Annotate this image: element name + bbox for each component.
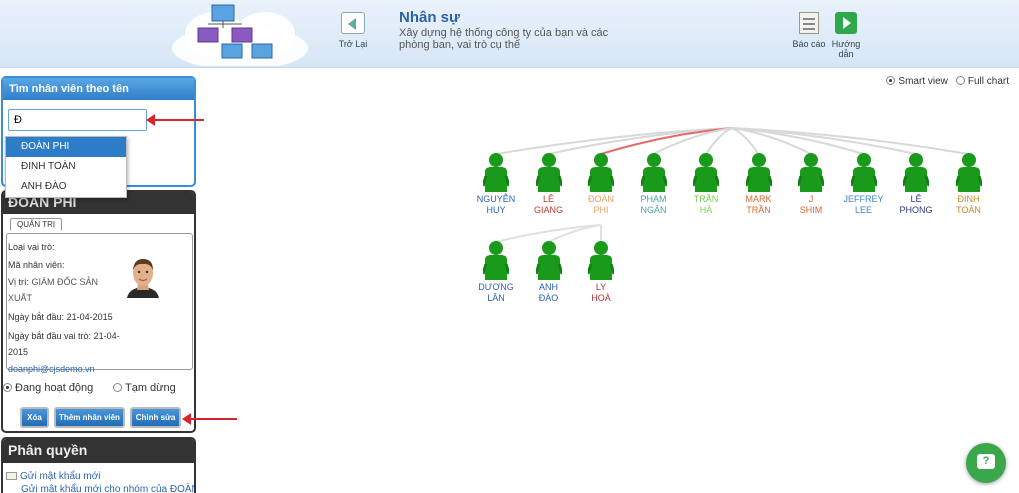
person-icon: [588, 241, 614, 280]
org-node-name: LÊ GIANG: [533, 194, 563, 215]
search-suggestions: ĐOÀN PHI ĐINH TOÀN ANH ĐÀO: [5, 136, 127, 198]
org-node-name: PHẠM NGÂN: [640, 194, 667, 215]
back-arrow-icon: [341, 12, 365, 34]
send-password-label: Gửi mật khẩu mới: [20, 471, 101, 482]
org-node-name: DƯƠNG LÂN: [478, 282, 514, 303]
org-node[interactable]: LÊ GIANG: [522, 152, 576, 216]
smart-view-label: Smart view: [898, 76, 948, 87]
help-button[interactable]: ?: [966, 443, 1006, 483]
person-icon: [588, 153, 614, 192]
org-node-name: ĐOÀN PHI: [587, 194, 614, 215]
person-icon: [850, 153, 877, 192]
org-node[interactable]: MARK TRẦN: [732, 152, 786, 216]
org-node[interactable]: ĐINH TOÀN: [942, 152, 996, 216]
back-button[interactable]: Trở Lại: [336, 12, 370, 49]
org-node-name: ANH ĐÀO: [538, 282, 559, 303]
person-icon: [535, 153, 562, 192]
report-label: Báo cáo: [792, 39, 826, 49]
org-node-name: JEFFREY LEE: [843, 194, 884, 215]
start-date-label: Ngày bắt đầu:: [8, 312, 65, 322]
org-node[interactable]: JEFFREY LEE: [837, 152, 891, 216]
radio-icon: [113, 383, 122, 392]
org-node[interactable]: LÊ PHONG: [889, 152, 943, 216]
person-icon: [745, 153, 772, 192]
person-icon: [483, 241, 509, 280]
person-icon: [693, 153, 719, 192]
role-start-label: Ngày bắt đầu vai trò:: [8, 331, 92, 341]
org-chart-logo-icon: [172, 4, 308, 66]
employee-code-label: Mã nhân viên:: [8, 260, 65, 270]
send-password-link[interactable]: Gửi mật khẩu mới: [3, 463, 194, 482]
mail-icon: [6, 472, 17, 480]
permission-panel: Phân quyền Gửi mật khẩu mới Gửi mật khẩu…: [1, 437, 196, 493]
profile-info: Loại vai trò: Mã nhân viên: Vị trí: GIÁM…: [8, 238, 120, 378]
edit-button[interactable]: Chỉnh sửa: [130, 407, 181, 428]
org-node[interactable]: J SHIM: [784, 152, 838, 216]
person-icon: [798, 153, 824, 192]
org-node[interactable]: ANH ĐÀO: [522, 240, 576, 304]
smart-view-radio[interactable]: Smart view: [886, 76, 948, 87]
avatar: [123, 254, 163, 298]
back-label: Trở Lại: [338, 39, 368, 49]
annotation-arrow: [146, 114, 204, 126]
add-employee-button[interactable]: Thêm nhân viên: [54, 407, 125, 428]
annotation-arrow: [182, 413, 237, 425]
person-icon: [955, 153, 982, 192]
status-paused-label: Tạm dừng: [125, 382, 176, 394]
delete-button[interactable]: Xóa: [20, 407, 49, 428]
org-node[interactable]: PHẠM NGÂN: [627, 152, 681, 216]
org-node[interactable]: ĐOÀN PHI: [574, 152, 628, 216]
org-chart: NGUYỄN HUY LÊ GIANG ĐOÀN PHI PHẠM NGÂN TRẦN HÀ MAR…: [470, 120, 1010, 330]
guide-label: Hướng dẫn: [831, 39, 861, 59]
full-chart-label: Full chart: [967, 76, 1009, 87]
org-node-name: TRẦN HÀ: [693, 194, 719, 215]
status-active-label: Đang hoạt động: [15, 382, 94, 394]
role-type-label: Loại vai trò:: [8, 242, 55, 252]
radio-icon: [3, 383, 12, 392]
play-icon: [835, 12, 857, 34]
view-options: Smart view Full chart: [886, 76, 1009, 87]
app-header: Trở Lại Nhân sự Xây dựng hệ thống công t…: [0, 0, 1019, 68]
tab-admin[interactable]: QUẢN TRỊ: [10, 218, 63, 231]
org-node-name: ĐINH TOÀN: [956, 194, 981, 215]
send-group-password-link[interactable]: Gửi mật khẩu mới cho nhóm của ĐOÀN: [3, 482, 194, 493]
guide-button[interactable]: Hướng dẫn: [829, 12, 863, 59]
person-icon: [535, 241, 562, 280]
status-paused-radio[interactable]: Tạm dừng: [113, 382, 176, 394]
start-date-value: 21-04-2015: [66, 312, 113, 322]
org-node[interactable]: TRẦN HÀ: [679, 152, 733, 216]
search-panel-title: Tìm nhân viên theo tên: [3, 78, 194, 100]
org-node-name: LY HOÀ: [591, 282, 611, 303]
org-node[interactable]: NGUYỄN HUY: [469, 152, 523, 216]
org-node[interactable]: DƯƠNG LÂN: [469, 240, 523, 304]
suggestion-item[interactable]: ĐINH TOÀN: [6, 157, 126, 177]
person-icon: [483, 153, 509, 192]
search-input[interactable]: [8, 109, 147, 131]
org-node[interactable]: LY HOÀ: [574, 240, 628, 304]
page-title: Nhân sự: [399, 9, 460, 26]
position-label: Vị trí:: [8, 277, 30, 287]
report-button[interactable]: Báo cáo: [791, 12, 827, 49]
person-icon: [903, 153, 929, 192]
permission-title: Phân quyền: [3, 439, 194, 463]
suggestion-item[interactable]: ANH ĐÀO: [6, 177, 126, 197]
help-chat-icon: ?: [977, 454, 995, 469]
page-subtitle: Xây dựng hệ thống công ty của bạn và các…: [399, 27, 609, 51]
status-active-radio[interactable]: Đang hoạt động: [3, 382, 93, 394]
full-chart-radio[interactable]: Full chart: [955, 76, 1009, 87]
org-node-name: LÊ PHONG: [899, 194, 933, 215]
profile-panel: ĐOÀN PHI QUẢN TRỊ Loại vai trò: Mã nhân …: [1, 190, 196, 433]
org-node-name: NGUYỄN HUY: [476, 194, 516, 215]
radio-icon: [955, 76, 965, 85]
person-icon: [640, 153, 667, 192]
suggestion-item[interactable]: ĐOÀN PHI: [6, 137, 126, 157]
org-node-name: MARK TRẦN: [745, 194, 772, 215]
radio-icon: [886, 76, 896, 85]
org-node-name: J SHIM: [799, 194, 823, 215]
email-link[interactable]: doanphi@cjsdemo.vn: [8, 360, 120, 378]
report-icon: [799, 12, 819, 34]
